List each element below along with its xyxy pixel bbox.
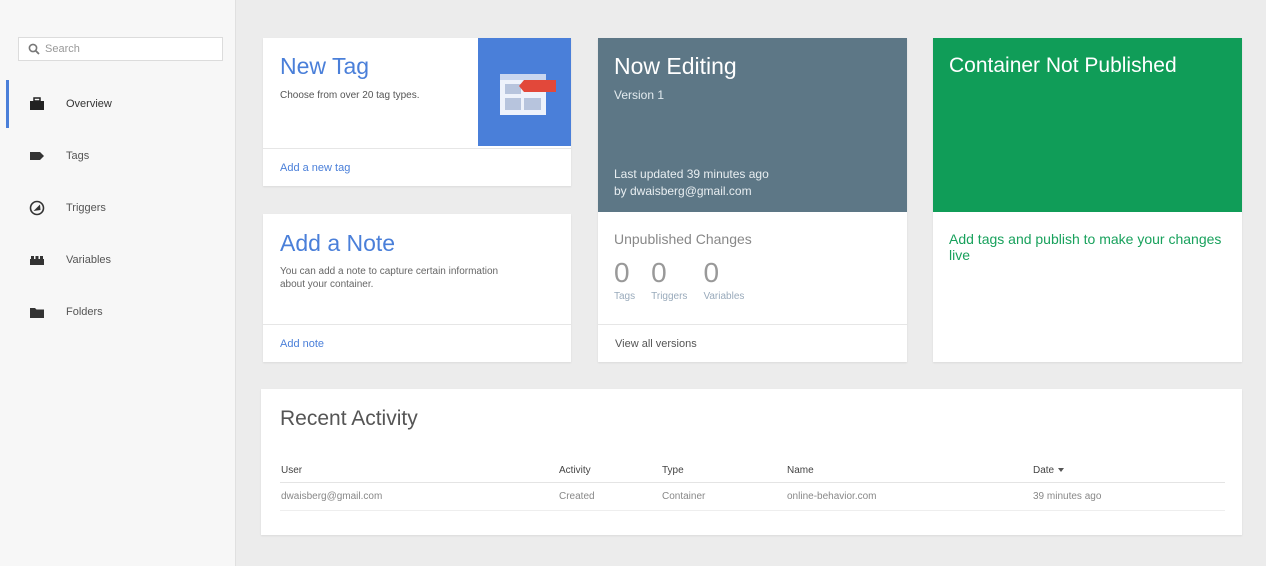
cell-user: dwaisberg@gmail.com — [280, 482, 558, 511]
sidebar-item-label: Overview — [66, 98, 112, 110]
new-tag-footer: Add a new tag — [263, 148, 571, 186]
sidebar-item-overview[interactable]: Overview — [0, 78, 235, 130]
not-published-card: Container Not Published Add tags and pub… — [933, 38, 1242, 362]
sidebar-item-label: Triggers — [66, 202, 106, 214]
search-icon — [28, 43, 40, 55]
view-all-versions-link[interactable]: View all versions — [615, 338, 697, 350]
column-header-activity[interactable]: Activity — [558, 458, 661, 483]
count-value: 0 — [651, 257, 667, 288]
sidebar-item-label: Tags — [66, 150, 90, 162]
new-tag-card: New Tag Choose from over 20 tag types. A… — [263, 38, 571, 186]
sidebar-item-label: Folders — [66, 306, 103, 318]
not-published-header: Container Not Published — [933, 38, 1242, 212]
new-tag-description: Choose from over 20 tag types. — [280, 90, 420, 101]
column-header-user[interactable]: User — [280, 458, 558, 483]
add-new-tag-link[interactable]: Add a new tag — [280, 162, 350, 174]
column-header-date[interactable]: Date — [1032, 458, 1225, 483]
recent-activity-card: Recent Activity User Activity Type Name … — [261, 389, 1242, 535]
tags-count[interactable]: 0 Tags — [614, 257, 635, 302]
now-editing-title: Now Editing — [614, 53, 737, 79]
trigger-icon — [29, 200, 45, 216]
folder-icon — [29, 304, 45, 320]
sidebar-item-label: Variables — [66, 254, 112, 266]
sidebar-item-tags[interactable]: Tags — [0, 130, 235, 182]
now-editing-header: Now Editing Version 1 Last updated 39 mi… — [598, 38, 907, 212]
new-tag-title[interactable]: New Tag — [280, 53, 369, 80]
last-updated-text: Last updated 39 minutes ago — [614, 167, 769, 181]
unpublished-counts: 0 Tags 0 Triggers 0 Variables — [614, 257, 760, 302]
add-note-link[interactable]: Add note — [280, 338, 324, 350]
column-header-type[interactable]: Type — [661, 458, 786, 483]
tag-icon — [29, 148, 45, 164]
now-editing-card: Now Editing Version 1 Last updated 39 mi… — [598, 38, 907, 362]
briefcase-icon — [29, 96, 45, 112]
count-value: 0 — [614, 257, 630, 288]
activity-table: User Activity Type Name Date dwaisberg@g… — [280, 458, 1225, 511]
search-box[interactable] — [18, 37, 223, 61]
cell-activity: Created — [558, 482, 661, 511]
blocks-icon — [29, 252, 45, 268]
now-editing-footer: View all versions — [598, 324, 907, 362]
sidebar-item-triggers[interactable]: Triggers — [0, 182, 235, 234]
tag-page-icon — [500, 74, 556, 115]
table-header-row: User Activity Type Name Date — [280, 458, 1225, 483]
count-label: Variables — [703, 291, 745, 302]
sort-down-icon — [1058, 467, 1065, 472]
cell-name: online-behavior.com — [786, 482, 1032, 511]
unpublished-changes-title: Unpublished Changes — [614, 231, 752, 247]
cell-date: 39 minutes ago — [1032, 482, 1225, 511]
publish-message: Add tags and publish to make your change… — [949, 231, 1222, 263]
column-header-name[interactable]: Name — [786, 458, 1032, 483]
add-note-footer: Add note — [263, 324, 571, 362]
new-tag-illustration — [478, 38, 571, 146]
count-value: 0 — [703, 257, 720, 288]
sidebar-item-folders[interactable]: Folders — [0, 286, 235, 338]
variables-count[interactable]: 0 Variables — [703, 257, 744, 302]
add-note-card: Add a Note You can add a note to capture… — [263, 214, 571, 362]
add-note-description: You can add a note to capture certain in… — [280, 266, 499, 290]
updated-by-text: by dwaisberg@gmail.com — [614, 184, 752, 198]
add-note-title[interactable]: Add a Note — [280, 230, 395, 257]
column-header-date-label: Date — [1033, 464, 1055, 476]
count-label: Triggers — [651, 291, 688, 302]
sidebar: Overview Tags Triggers Variables Folders — [0, 0, 236, 566]
not-published-title: Container Not Published — [949, 54, 1177, 77]
count-label: Tags — [614, 291, 636, 302]
table-row[interactable]: dwaisberg@gmail.com Created Container on… — [280, 482, 1225, 511]
cell-type: Container — [661, 482, 786, 511]
recent-activity-title: Recent Activity — [280, 407, 418, 430]
sidebar-item-variables[interactable]: Variables — [0, 234, 235, 286]
triggers-count[interactable]: 0 Triggers — [651, 257, 687, 302]
version-label: Version 1 — [614, 88, 665, 102]
sidebar-nav: Overview Tags Triggers Variables Folders — [0, 78, 235, 338]
search-input[interactable] — [45, 43, 215, 55]
